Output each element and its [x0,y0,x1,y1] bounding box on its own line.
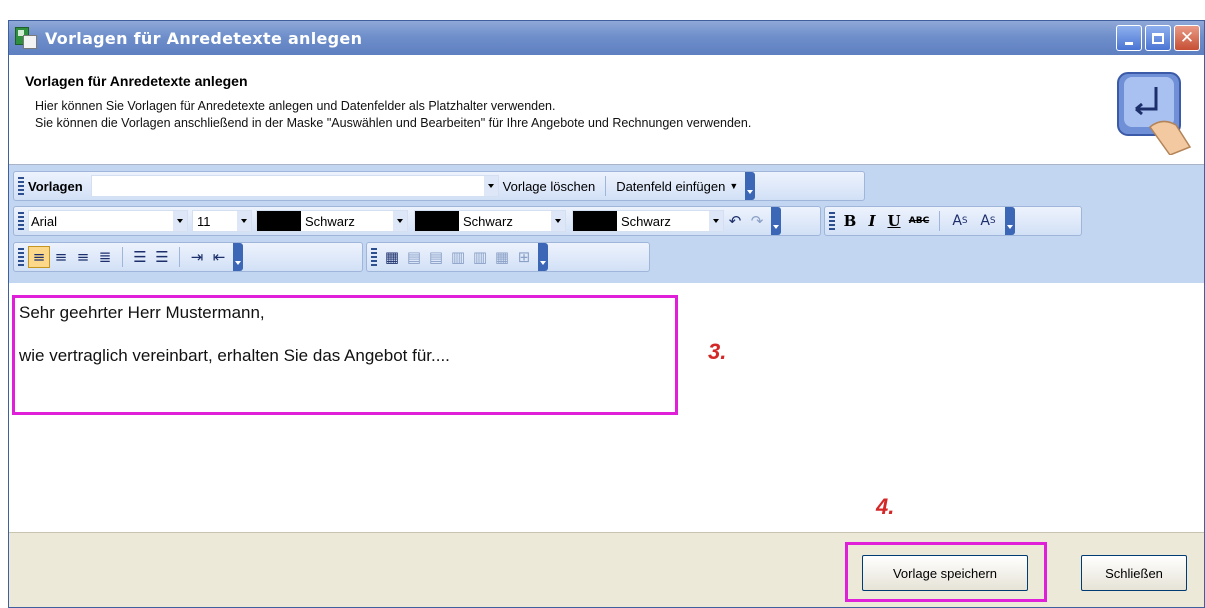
bold-icon[interactable]: B [839,210,861,232]
toolbar-grip[interactable] [18,212,24,230]
paragraph-toolbar: ≡ ≡ ≡ ≣ ☰ ☰ ⇥ ⇤ [13,242,363,272]
font-size-select[interactable]: 11 [192,210,252,232]
superscript-icon[interactable]: AS [946,210,974,232]
numbered-list-icon[interactable]: ☰ [151,246,173,268]
toolbar-overflow-button[interactable] [538,243,548,271]
insert-table-icon[interactable]: ▦ [381,246,403,268]
step-4-label: 4. [876,494,895,519]
color-swatch [257,211,301,231]
background-color-value: Schwarz [463,213,513,229]
toolbar-overflow-button[interactable] [1005,207,1015,235]
color-swatch [415,211,459,231]
redo-icon[interactable]: ↷ [746,210,768,232]
subscript-icon[interactable]: AS [974,210,1002,232]
text-color-value: Schwarz [305,213,355,229]
font-size-value: 11 [197,213,211,229]
font-toolbar: Arial 11 Schwarz Schwarz Schwarz ↶ ↷ [13,206,821,236]
templates-toolbar: Vorlagen Vorlage löschen Datenfeld einfü… [13,171,865,201]
insert-row-icon[interactable]: ▤ [403,246,425,268]
toolbar-grip[interactable] [829,212,835,230]
delete-column-icon[interactable]: ▥ [469,246,491,268]
chevron-down-icon: ▼ [729,181,739,191]
merge-cells-icon[interactable]: ▦ [491,246,513,268]
dialog-header: Vorlagen für Anredetexte anlegen Hier kö… [9,55,1204,165]
window-title: Vorlagen für Anredetexte anlegen [45,28,363,48]
align-right-icon[interactable]: ≡ [72,246,94,268]
align-center-icon[interactable]: ≡ [50,246,72,268]
highlight-box-save [845,542,1047,602]
split-cells-icon[interactable]: ⊞ [513,246,535,268]
toolbar-grip[interactable] [371,248,377,266]
italic-icon[interactable]: I [861,210,883,232]
chevron-down-icon[interactable] [483,176,498,196]
separator [122,247,123,267]
delete-template-button[interactable]: Vorlage löschen [499,174,600,198]
enter-key-icon [1117,72,1192,155]
insert-column-icon[interactable]: ▥ [447,246,469,268]
close-window-button[interactable]: ✕ [1174,25,1200,51]
chevron-down-icon[interactable] [393,211,407,231]
close-icon: ✕ [1179,27,1195,48]
highlight-box-editor [12,295,678,415]
minimize-icon [1125,41,1133,45]
separator [939,211,940,231]
separator [179,247,180,267]
maximize-button[interactable] [1145,25,1171,51]
header-title: Vorlagen für Anredetexte anlegen [25,73,248,89]
toolbar-overflow-button[interactable] [771,207,781,235]
maximize-icon [1152,32,1164,44]
text-color-select[interactable]: Schwarz [256,210,408,232]
toolbar-overflow-button[interactable] [745,172,756,200]
header-description-1: Hier können Sie Vorlagen für Anredetexte… [35,99,556,113]
undo-icon[interactable]: ↶ [724,210,746,232]
highlight-color-value: Schwarz [621,213,671,229]
align-left-icon[interactable]: ≡ [28,246,50,268]
chevron-down-icon[interactable] [237,211,251,231]
insert-field-button[interactable]: Datenfeld einfügen ▼ [612,174,742,198]
minimize-button[interactable] [1116,25,1142,51]
separator [605,176,607,196]
delete-template-label: Vorlage löschen [502,178,596,194]
header-description-2: Sie können die Vorlagen anschließend in … [35,116,752,130]
strikethrough-icon[interactable]: ABC [905,210,933,232]
background-color-select[interactable]: Schwarz [414,210,566,232]
toolbar-grip[interactable] [18,248,24,266]
chevron-down-icon[interactable] [551,211,565,231]
toolbar-grip[interactable] [18,177,24,195]
toolbar-area: Vorlagen Vorlage löschen Datenfeld einfü… [9,165,1204,283]
templates-select[interactable] [90,175,499,197]
underline-icon[interactable]: U [883,210,905,232]
app-icon [15,27,37,49]
bullet-list-icon[interactable]: ☰ [129,246,151,268]
highlight-color-select[interactable]: Schwarz [572,210,724,232]
close-button-label: Schließen [1105,565,1163,581]
font-name-value: Arial [31,213,58,229]
templates-label: Vorlagen [28,178,83,194]
chevron-down-icon[interactable] [173,211,187,231]
close-button[interactable]: Schließen [1081,555,1187,591]
outdent-icon[interactable]: ⇤ [208,246,230,268]
color-swatch [573,211,617,231]
font-name-select[interactable]: Arial [28,210,188,232]
insert-field-label: Datenfeld einfügen [616,178,726,194]
format-toolbar: B I U ABC AS AS [824,206,1082,236]
title-bar[interactable]: Vorlagen für Anredetexte anlegen ✕ [9,21,1204,55]
table-toolbar: ▦ ▤ ▤ ▥ ▥ ▦ ⊞ [366,242,650,272]
toolbar-overflow-button[interactable] [233,243,243,271]
window-controls: ✕ [1116,25,1200,51]
delete-row-icon[interactable]: ▤ [425,246,447,268]
step-3-label: 3. [708,339,727,364]
align-justify-icon[interactable]: ≣ [94,246,116,268]
chevron-down-icon[interactable] [709,211,723,231]
indent-icon[interactable]: ⇥ [186,246,208,268]
